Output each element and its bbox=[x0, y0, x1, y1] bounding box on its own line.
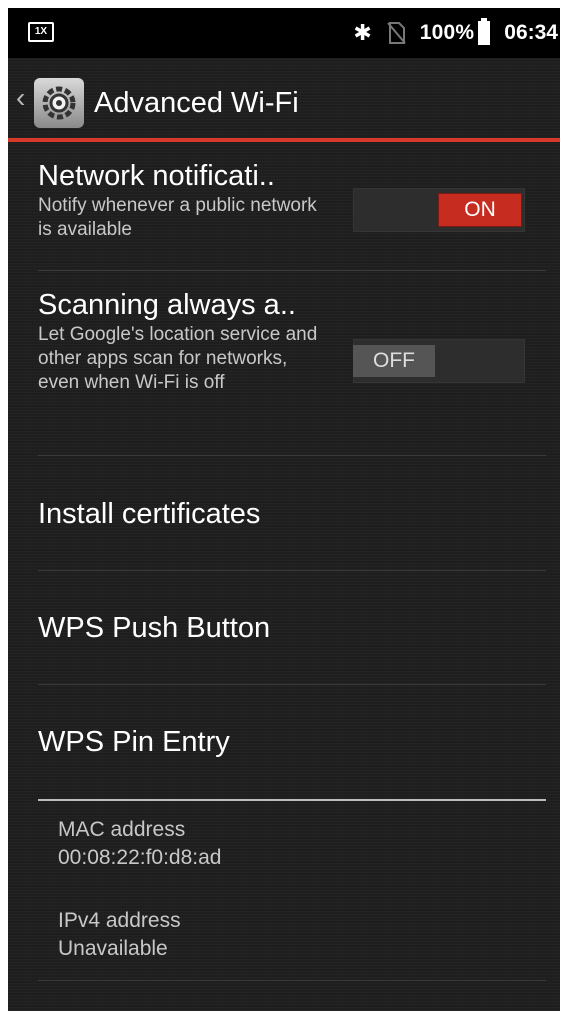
screenshot-icon: 1X bbox=[28, 22, 54, 42]
scanning-summary: Let Google's location service and other … bbox=[38, 324, 318, 393]
status-bar: 1X ✱ 100% 06:34 bbox=[8, 8, 560, 58]
scanning-title: Scanning always a.. bbox=[38, 289, 296, 321]
divider bbox=[38, 570, 546, 571]
wps-pin-entry-pref[interactable]: WPS Pin Entry bbox=[38, 724, 546, 760]
wps-push-button-title: WPS Push Button bbox=[38, 612, 271, 644]
no-sim-icon bbox=[386, 21, 406, 45]
phone-screen: 1X ✱ 100% 06:34 ‹ Advanced Wi-Fi Network… bbox=[8, 8, 560, 1011]
install-certificates-title: Install certificates bbox=[38, 498, 261, 530]
divider bbox=[38, 980, 546, 981]
bluetooth-icon: ✱ bbox=[353, 20, 372, 45]
clock: 06:34 bbox=[504, 21, 558, 44]
back-chevron-icon[interactable]: ‹ bbox=[16, 84, 25, 112]
divider bbox=[38, 455, 546, 456]
battery-percent: 100% bbox=[419, 21, 475, 44]
ipv4-address-info: IPv4 address Unavailable bbox=[58, 907, 560, 963]
mac-address-info: MAC address 00:08:22:f0:d8:ad bbox=[58, 816, 560, 872]
mac-address-label: MAC address bbox=[58, 818, 186, 841]
toggle-off-label: OFF bbox=[353, 345, 435, 377]
ipv4-address-value: Unavailable bbox=[58, 937, 168, 960]
ipv4-address-label: IPv4 address bbox=[58, 909, 181, 932]
toggle-on-label: ON bbox=[439, 194, 521, 226]
scanning-toggle[interactable]: OFF bbox=[353, 339, 525, 383]
network-notification-summary: Notify whenever a public network is avai… bbox=[38, 195, 317, 240]
action-bar-divider bbox=[8, 138, 560, 142]
network-notification-toggle[interactable]: ON bbox=[353, 188, 525, 232]
divider bbox=[38, 684, 546, 685]
action-bar: ‹ Advanced Wi-Fi bbox=[8, 58, 560, 142]
settings-gear-icon[interactable] bbox=[34, 78, 84, 128]
install-certificates-pref[interactable]: Install certificates bbox=[38, 496, 546, 532]
wps-push-button-pref[interactable]: WPS Push Button bbox=[38, 610, 546, 646]
page-title: Advanced Wi-Fi bbox=[94, 87, 299, 119]
wps-pin-entry-title: WPS Pin Entry bbox=[38, 726, 230, 758]
section-divider bbox=[38, 799, 546, 801]
battery-icon bbox=[478, 18, 491, 45]
divider bbox=[38, 270, 546, 271]
mac-address-value: 00:08:22:f0:d8:ad bbox=[58, 846, 222, 869]
